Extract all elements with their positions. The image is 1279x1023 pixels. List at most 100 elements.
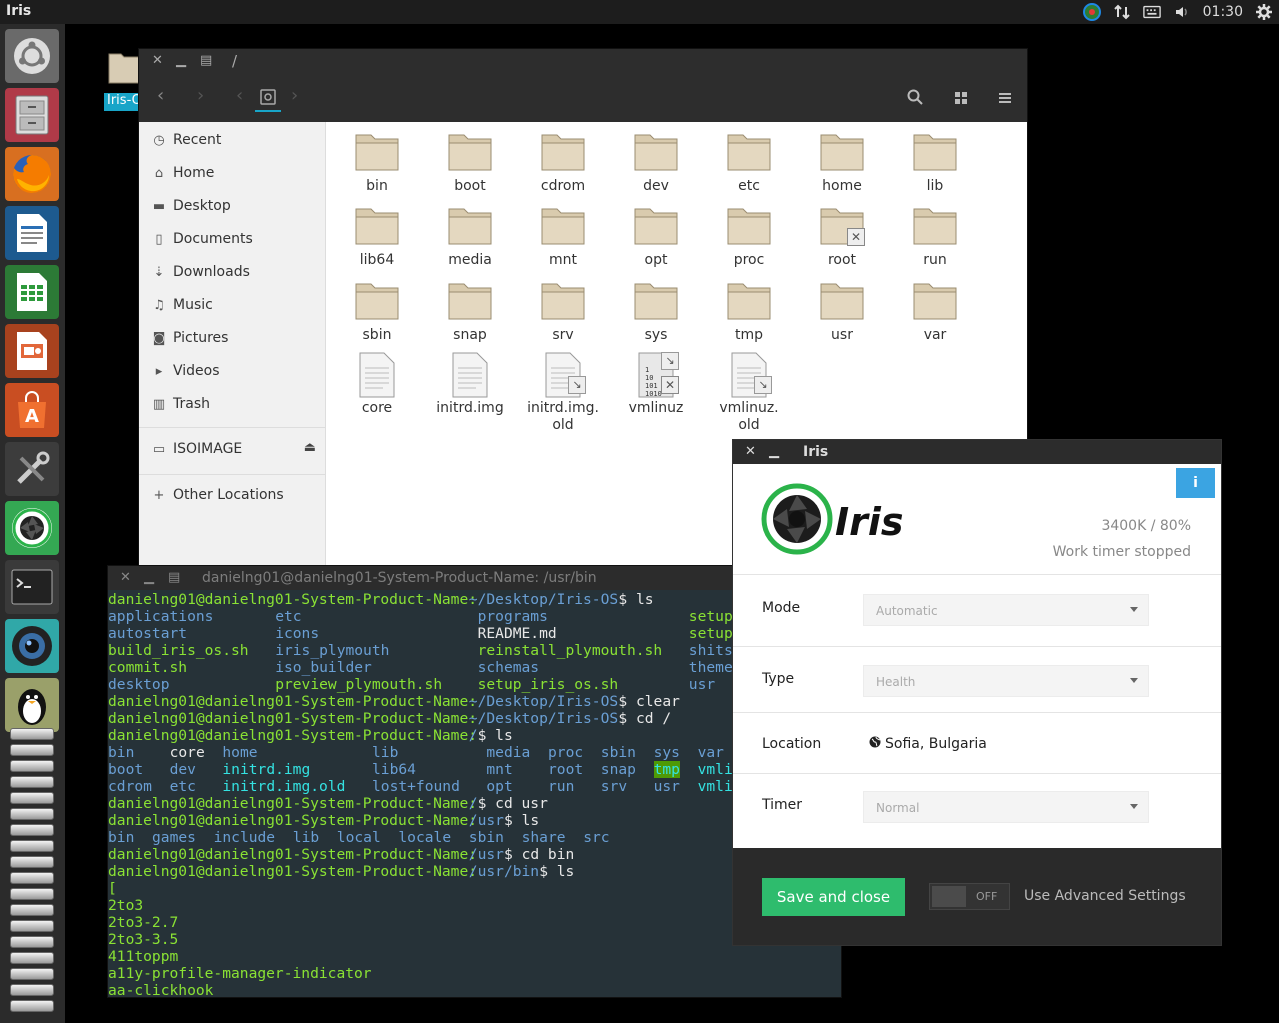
drawer-item[interactable]: [10, 792, 54, 804]
drawer-item[interactable]: [10, 856, 54, 868]
file-item[interactable]: mnt: [518, 204, 608, 269]
path-right-arrow-icon[interactable]: ›: [291, 85, 298, 106]
impress-presentation-icon[interactable]: [5, 324, 59, 378]
file-item[interactable]: bin: [332, 130, 422, 195]
file-item[interactable]: run: [890, 204, 980, 269]
sidebar-item-trash[interactable]: ▥ Trash: [151, 393, 210, 415]
drawer-item[interactable]: [10, 744, 54, 756]
file-item[interactable]: srv: [518, 279, 608, 344]
timer-dropdown[interactable]: Normal: [863, 791, 1149, 823]
minimize-icon[interactable]: ▁: [769, 444, 779, 459]
file-item[interactable]: core: [332, 352, 422, 417]
calc-spreadsheet-icon[interactable]: [5, 265, 59, 319]
path-root-button[interactable]: [255, 82, 281, 112]
eject-icon[interactable]: ⏏: [304, 440, 316, 455]
sidebar-item-music[interactable]: ♫ Music: [151, 294, 213, 316]
desktop-folder-icon[interactable]: [108, 48, 142, 84]
sidebar-item-isoimage[interactable]: ▭ ISOIMAGE ⏏: [151, 438, 316, 460]
drawer-item[interactable]: [10, 968, 54, 980]
ubuntu-dash-icon[interactable]: [5, 29, 59, 83]
file-item[interactable]: sys: [611, 279, 701, 344]
penguin-app-icon[interactable]: [5, 678, 59, 732]
drawer-item[interactable]: [10, 808, 54, 820]
sidebar-item-other-locations[interactable]: + Other Locations: [151, 484, 284, 506]
drawer-item[interactable]: [10, 936, 54, 948]
software-center-icon[interactable]: A: [5, 383, 59, 437]
sidebar-item-home[interactable]: ⌂ Home: [151, 162, 214, 184]
file-item[interactable]: snap: [425, 279, 515, 344]
advanced-settings-toggle[interactable]: OFF: [929, 883, 1010, 910]
transfer-arrows-icon[interactable]: [1113, 3, 1131, 21]
mode-dropdown[interactable]: Automatic: [863, 594, 1149, 626]
sidebar-item-videos[interactable]: ▸ Videos: [151, 360, 220, 382]
close-icon[interactable]: ✕: [745, 444, 756, 459]
sidebar-item-desktop[interactable]: ▬ Desktop: [151, 195, 231, 217]
sidebar-item-downloads[interactable]: ⇣ Downloads: [151, 261, 250, 283]
close-icon[interactable]: ✕: [120, 570, 131, 585]
minimize-icon[interactable]: ▁: [144, 570, 154, 585]
camera-app-icon[interactable]: [5, 619, 59, 673]
sidebar-item-pictures[interactable]: ◙ Pictures: [151, 327, 229, 349]
file-item[interactable]: lib: [890, 130, 980, 195]
drawer-item[interactable]: [10, 824, 54, 836]
network-globe-icon[interactable]: [1082, 3, 1101, 21]
drawer-item[interactable]: [10, 1000, 54, 1012]
file-item[interactable]: ↘ vmlinuz. old: [704, 352, 794, 434]
drawer-item[interactable]: [10, 872, 54, 884]
volume-icon[interactable]: [1173, 3, 1191, 21]
clock[interactable]: 01:30: [1203, 4, 1243, 20]
file-manager-titlebar: ✕ ▁ ▤ /: [139, 49, 1027, 75]
location-value[interactable]: Sofia, Bulgaria: [869, 736, 987, 752]
file-item[interactable]: media: [425, 204, 515, 269]
minimize-icon[interactable]: ▁: [176, 53, 186, 68]
file-item[interactable]: proc: [704, 204, 794, 269]
file-item[interactable]: dev: [611, 130, 701, 195]
settings-gear-icon[interactable]: [1255, 3, 1273, 21]
close-icon[interactable]: ✕: [152, 53, 163, 68]
file-item[interactable]: tmp: [704, 279, 794, 344]
firefox-icon[interactable]: [5, 147, 59, 201]
file-item[interactable]: opt: [611, 204, 701, 269]
files-cabinet-icon[interactable]: [5, 88, 59, 142]
sidebar-item-documents[interactable]: ▯ Documents: [151, 228, 252, 250]
file-item[interactable]: sbin: [332, 279, 422, 344]
file-item[interactable]: initrd.img: [425, 352, 515, 417]
terminal-text: $ ls: [539, 863, 575, 880]
file-item[interactable]: home: [797, 130, 887, 195]
iris-launcher-icon[interactable]: [5, 501, 59, 555]
file-item[interactable]: etc: [704, 130, 794, 195]
file-item[interactable]: var: [890, 279, 980, 344]
maximize-icon[interactable]: ▤: [200, 53, 212, 68]
drawer-item[interactable]: [10, 776, 54, 788]
drawer-item[interactable]: [10, 728, 54, 740]
back-arrow-icon[interactable]: ‹: [157, 85, 164, 106]
search-icon[interactable]: [907, 89, 923, 109]
drawer-item[interactable]: [10, 840, 54, 852]
drawer-item[interactable]: [10, 952, 54, 964]
file-item[interactable]: usr: [797, 279, 887, 344]
grid-view-icon[interactable]: [954, 90, 968, 109]
save-and-close-button[interactable]: Save and close: [762, 878, 905, 916]
file-item[interactable]: boot: [425, 130, 515, 195]
file-item[interactable]: cdrom: [518, 130, 608, 195]
file-item[interactable]: 1 10 101 1010 ✕ ↘ vmlinuz: [611, 352, 701, 417]
drawer-item[interactable]: [10, 904, 54, 916]
path-left-arrow-icon[interactable]: ‹: [236, 85, 243, 106]
type-dropdown[interactable]: Health: [863, 665, 1149, 697]
drawer-item[interactable]: [10, 920, 54, 932]
keyboard-icon[interactable]: [1142, 3, 1161, 21]
file-item[interactable]: ✕ root: [797, 204, 887, 269]
file-item[interactable]: lib64: [332, 204, 422, 269]
drawer-item[interactable]: [10, 984, 54, 996]
file-item[interactable]: ↘ initrd.img. old: [518, 352, 608, 434]
writer-document-icon[interactable]: [5, 206, 59, 260]
maximize-icon[interactable]: ▤: [168, 570, 180, 585]
info-button[interactable]: i: [1176, 468, 1215, 498]
drawer-item[interactable]: [10, 888, 54, 900]
terminal-icon[interactable]: [5, 560, 59, 614]
forward-arrow-icon[interactable]: ›: [197, 85, 204, 106]
drawer-item[interactable]: [10, 760, 54, 772]
system-tools-icon[interactable]: [5, 442, 59, 496]
sidebar-item-recent[interactable]: ◷ Recent: [151, 129, 221, 151]
hamburger-menu-icon[interactable]: [998, 90, 1012, 109]
